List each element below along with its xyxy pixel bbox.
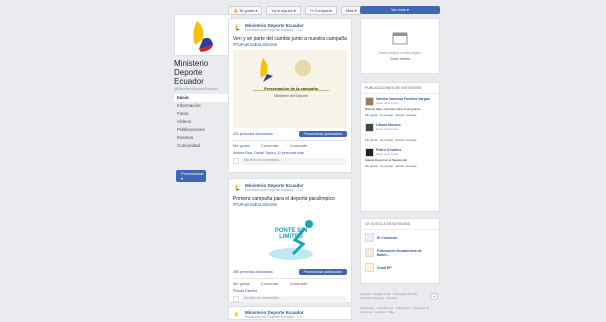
cradi-logo-icon <box>365 263 374 272</box>
create-event-link[interactable]: Crear evento <box>361 57 439 61</box>
comment-button[interactable]: Comentar <box>261 143 279 148</box>
visitor-time: Hace unas horas <box>376 101 399 105</box>
like-button[interactable]: Me gusta <box>233 143 249 148</box>
post-card: Ministerio Deporte Ecuador Publicado por… <box>228 18 352 173</box>
sidebar-item-comunidad[interactable]: Comunidad <box>174 142 234 150</box>
visitor-post: Pedro Cevallos Hace unas horas Saludo De… <box>361 145 439 171</box>
post-meta: Publicado por Deporte Ecuador · 1 h <box>245 28 302 32</box>
graphic-title: PONTE SIN LIMITES <box>274 228 308 240</box>
sidebar-item-eventos[interactable]: Eventos <box>174 134 234 142</box>
footer-links[interactable]: Privacidad · Condiciones · Publicidad · … <box>360 306 440 314</box>
post-card: Ministerio Deporte Ecuador Publicado por… <box>228 178 352 303</box>
federacion-logo-icon <box>365 248 374 257</box>
ministerio-avatar-icon <box>235 24 240 31</box>
comment-input[interactable]: Escribe un comentario... <box>241 296 347 303</box>
page-logo[interactable] <box>174 14 232 56</box>
liked-pages-card: LE GUSTA A ESTA PÁGINA El Comercio Feder… <box>360 218 440 284</box>
following-button[interactable]: Ya lo sigues ▾ <box>266 6 301 15</box>
el-comercio-logo-icon <box>365 233 374 242</box>
ministerio-logo-icon <box>193 21 213 52</box>
top-right-label: Ver más <box>391 7 406 12</box>
post-actions: Me gusta Comentar Compartir <box>233 140 347 149</box>
liked-page-name[interactable]: El Comercio <box>377 236 397 240</box>
sidebar-item-inicio[interactable]: Inicio <box>174 94 234 102</box>
liked-page-name[interactable]: Cradi EP <box>377 266 392 270</box>
sidebar-nav: Inicio Información Fotos Vídeos Publicac… <box>174 94 234 150</box>
liked-button[interactable]: 👍 Te gusta ▾ <box>228 6 263 15</box>
visitor-text: Buenos días, consulta sobre el programa.… <box>365 107 423 111</box>
post-meta: Publicado por Deporte Ecuador · 3 h <box>245 315 302 319</box>
invite-text: Invita amigos a esta página <box>378 51 422 55</box>
share-button[interactable]: ↪ Compartir <box>304 6 337 15</box>
comment-button[interactable]: Comentar <box>261 281 279 286</box>
post-image[interactable]: PONTE SIN LIMITES <box>233 210 347 266</box>
liked-page-item[interactable]: El Comercio <box>361 230 439 245</box>
visitor-actions[interactable]: Me gusta · Comentar · Enviar mensaje <box>365 138 435 142</box>
sidebar-item-informacion[interactable]: Información <box>174 102 234 110</box>
visitor-time: Hace unas horas <box>376 152 399 156</box>
promote-post-button[interactable]: Promocionar publicación <box>298 131 347 137</box>
promote-post-button[interactable]: Promocionar publicación <box>298 269 347 275</box>
visitor-posts-title: PUBLICACIONES DE VISITANTES <box>361 83 439 94</box>
liked-page-item[interactable]: Federación Ecuatoriana de Balon... <box>361 245 439 260</box>
post-meta: Publicado por Deporte Ecuador · 2 h <box>245 188 302 192</box>
ministerio-avatar-icon <box>235 311 238 317</box>
avatar[interactable] <box>365 148 374 157</box>
sidebar-item-fotos[interactable]: Fotos <box>174 110 234 118</box>
events-card: Invita amigos a esta página Crear evento <box>360 18 440 74</box>
liked-page-item[interactable]: Cradi EP <box>361 260 439 275</box>
poster-title: Presentación de la campaña <box>264 86 318 91</box>
add-language-button[interactable]: + <box>430 293 439 300</box>
post-actions: Me gusta Comentar Compartir <box>233 278 347 287</box>
sidebar-item-publicaciones[interactable]: Publicaciones <box>174 126 234 134</box>
page-actions-bar: 👍 Te gusta ▾ Ya lo sigues ▾ ↪ Compartir … <box>228 6 362 15</box>
avatar[interactable] <box>233 183 242 192</box>
like-button[interactable]: Me gusta <box>233 281 249 286</box>
promote-button[interactable]: Promocionar ▾ <box>176 170 206 182</box>
post-image[interactable]: Presentación de la campaña Ministerio de… <box>233 50 347 128</box>
avatar[interactable] <box>233 310 242 319</box>
visitor-actions[interactable]: Me gusta · Comentar · Enviar mensaje <box>365 113 435 117</box>
post-hashtag[interactable]: #TuFuerzaEsLaGente <box>229 202 351 207</box>
sidebar-item-videos[interactable]: Vídeos <box>174 118 234 126</box>
visitor-post: Liliana Moreno Hace unas horas Me gusta … <box>361 120 439 145</box>
liked-label: Te gusta <box>239 8 255 13</box>
share-post-button[interactable]: Compartir <box>290 143 308 148</box>
top-right-button[interactable]: Ver más ▾ <box>360 6 440 14</box>
avatar[interactable] <box>233 23 242 32</box>
liked-pages-title: LE GUSTA A ESTA PÁGINA <box>361 219 439 230</box>
share-label: Compartir <box>314 8 332 13</box>
reach-count[interactable]: 321 personas alcanzadas <box>233 132 273 136</box>
share-post-button[interactable]: Compartir <box>290 281 308 286</box>
visitor-text: Saludo Deportivo al Taekwondo <box>365 158 408 162</box>
avatar <box>233 296 239 302</box>
footer-languages[interactable]: Español · English (US) · Português (Bras… <box>360 292 430 300</box>
visitor-posts-card: PUBLICACIONES DE VISITANTES Sandra Vanes… <box>360 82 440 212</box>
promote-label: Promocionar <box>181 171 204 176</box>
calendar-icon <box>392 32 408 45</box>
post-card: Ministerio Deporte Ecuador Publicado por… <box>228 306 352 320</box>
likes-summary[interactable]: Andrea Ruiz, Daniel Tapia y 12 personas … <box>229 149 351 157</box>
ministerio-avatar-icon <box>235 184 240 191</box>
avatar[interactable] <box>365 97 374 106</box>
post-hashtag[interactable]: #TuFuerzaEsLaGente <box>229 42 351 47</box>
page-name: Ministerio Deporte Ecuador <box>174 59 209 86</box>
poster-subtitle: Ministerio del Deporte <box>273 94 309 98</box>
liked-page-name[interactable]: Federación Ecuatoriana de Balon... <box>377 249 435 257</box>
visitor-time: Hace unas horas <box>376 127 399 131</box>
more-button[interactable]: Más ▾ <box>340 6 362 15</box>
page-handle: @MinisterioDeporteEcuador <box>174 87 219 91</box>
avatar <box>233 158 239 164</box>
visitor-post: Sandra Vanessa Fuentes Vargas Hace unas … <box>361 94 439 120</box>
comment-input[interactable]: Escribe un comentario... <box>241 158 347 165</box>
reach-count[interactable]: 285 personas alcanzadas <box>233 270 273 274</box>
visitor-actions[interactable]: Me gusta · Comentar · Enviar mensaje <box>365 164 435 168</box>
likes-summary[interactable]: Priscila Estrella <box>229 287 351 295</box>
avatar[interactable] <box>365 123 374 132</box>
following-label: Ya lo sigues <box>271 8 293 13</box>
more-label: Más <box>345 8 354 13</box>
